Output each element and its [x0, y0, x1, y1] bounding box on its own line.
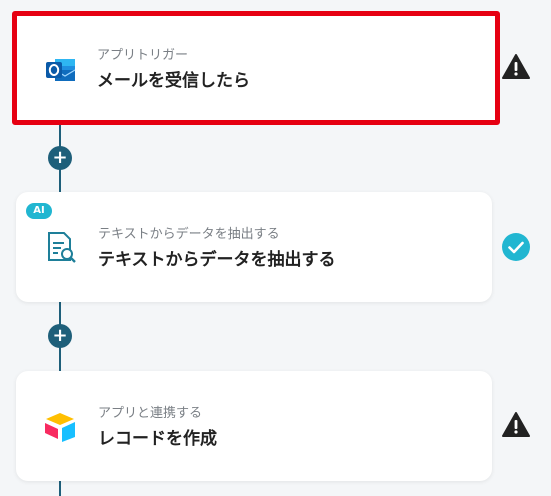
warning-icon — [502, 412, 530, 437]
step-card-ai-extract[interactable]: テキストからデータを抽出する テキストからデータを抽出する — [16, 192, 492, 302]
step-card-create-record[interactable]: アプリと連携する レコードを作成 — [16, 371, 492, 481]
flow-connector — [59, 480, 61, 496]
ai-badge: AI — [26, 203, 52, 219]
step-title: メールを受信したら — [97, 71, 250, 91]
check-circle-icon — [502, 233, 530, 261]
document-search-icon — [48, 232, 76, 263]
step-title: レコードを作成 — [98, 429, 217, 449]
flow-canvas: + + アプリトリガー メールを受信したら テキストからデータを抽出する テキス… — [0, 0, 551, 496]
step-kind-label: アプリと連携する — [98, 406, 203, 421]
outlook-icon — [46, 59, 76, 81]
airtable-icon — [45, 413, 75, 442]
step-card-trigger[interactable]: アプリトリガー メールを受信したら — [12, 11, 500, 125]
add-step-button[interactable]: + — [48, 146, 72, 170]
step-kind-label: テキストからデータを抽出する — [98, 227, 280, 242]
step-title: テキストからデータを抽出する — [98, 250, 336, 270]
add-step-button[interactable]: + — [48, 324, 72, 348]
step-kind-label: アプリトリガー — [97, 48, 189, 63]
warning-icon — [502, 54, 530, 79]
